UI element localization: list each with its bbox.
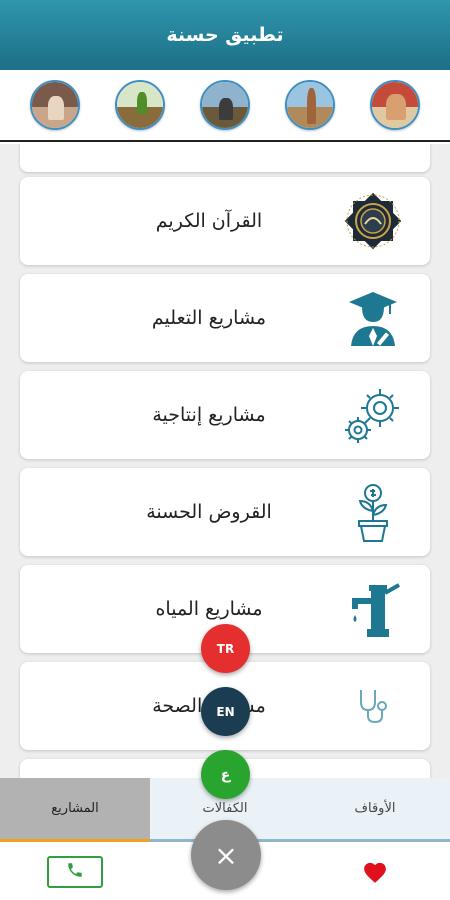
- language-tr-button[interactable]: TR: [201, 624, 250, 673]
- stories-row: [0, 70, 450, 142]
- list-item-education[interactable]: مشاريع التعليم: [20, 274, 430, 362]
- money-plant-icon: [338, 477, 408, 547]
- water-pump-icon: [338, 574, 408, 644]
- app-header: تطبيق حسنة: [0, 0, 450, 70]
- page-title: تطبيق حسنة: [166, 24, 284, 46]
- stethoscope-icon: [338, 671, 408, 741]
- tab-endowments[interactable]: الأوقاف: [300, 778, 450, 842]
- list-item-partial[interactable]: [20, 144, 430, 172]
- phone-icon: [66, 861, 84, 883]
- language-ar-button[interactable]: ع: [201, 750, 250, 799]
- story-avatar-2[interactable]: [114, 80, 165, 130]
- list-item-quran[interactable]: القرآن الكريم: [20, 177, 430, 265]
- story-avatar-5[interactable]: [370, 80, 421, 130]
- close-menu-button[interactable]: ×: [191, 820, 261, 890]
- heart-icon[interactable]: [362, 860, 388, 884]
- story-avatar-3[interactable]: [199, 80, 250, 130]
- story-avatar-4[interactable]: [285, 80, 336, 130]
- list-item-label: القرآن الكريم: [155, 210, 263, 232]
- list-item-loans[interactable]: القروض الحسنة: [20, 468, 430, 556]
- call-button[interactable]: [47, 856, 103, 888]
- story-avatar-1[interactable]: [29, 80, 80, 130]
- list-item-productive[interactable]: مشاريع إنتاجية: [20, 371, 430, 459]
- list-item-label: مشاريع التعليم: [151, 307, 267, 329]
- language-en-button[interactable]: EN: [201, 687, 250, 736]
- list-item-label: مشاريع إنتاجية: [152, 404, 266, 426]
- list-item-label: مشاريع الصحة: [152, 695, 266, 717]
- list-item-label: القروض الحسنة: [146, 501, 272, 523]
- quran-icon: [338, 186, 408, 256]
- projects-list[interactable]: القرآن الكريم مشاريع التعليم مشاريع إنتا…: [0, 144, 450, 778]
- list-item-label: مشاريع المياه: [155, 598, 263, 620]
- graduate-icon: [338, 283, 408, 353]
- tab-projects[interactable]: المشاريع: [0, 778, 150, 842]
- gears-icon: [338, 380, 408, 450]
